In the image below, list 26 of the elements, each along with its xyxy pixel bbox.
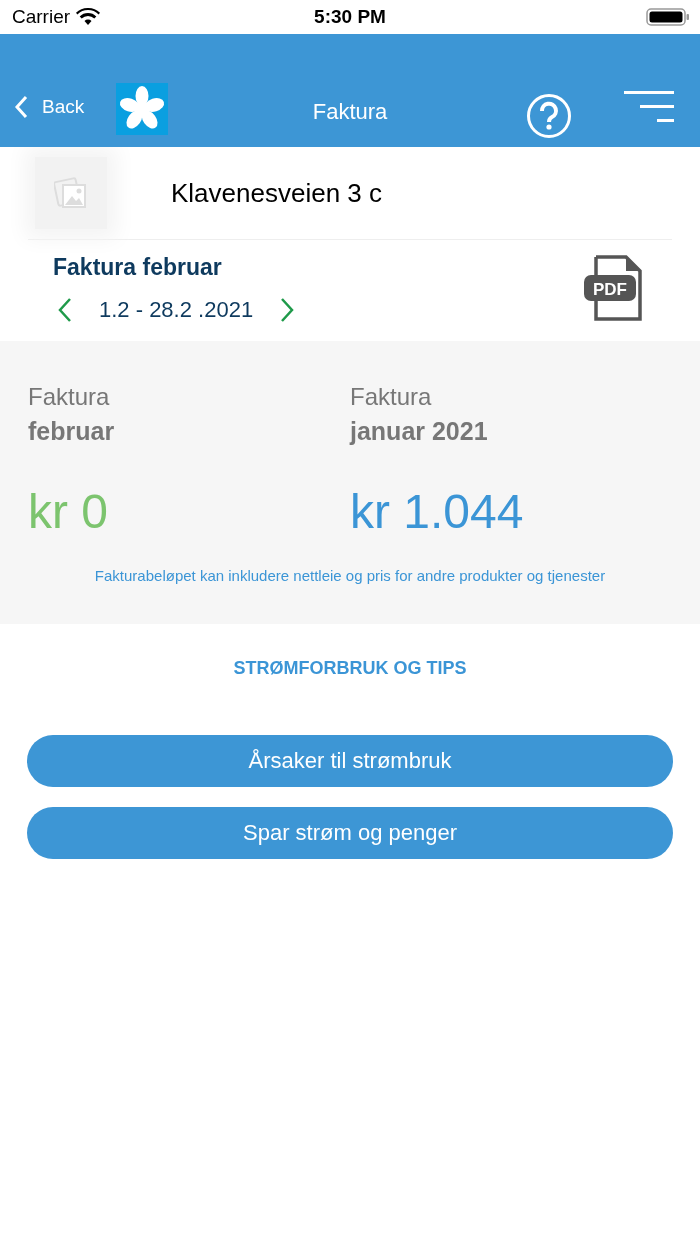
wifi-icon	[76, 8, 101, 26]
back-button[interactable]: Back	[14, 95, 85, 119]
tip-button[interactable]: Årsaker til strømbruk	[27, 735, 673, 787]
help-icon[interactable]	[526, 93, 572, 139]
invoice-note: Fakturabeløpet kan inkludere nettleie og pris for andre produkter og tjenester	[93, 567, 607, 584]
invoice-label: Faktura	[350, 383, 433, 411]
menu-icon[interactable]	[624, 91, 674, 123]
invoice-amount: kr 0	[28, 484, 109, 539]
property-address: Klavenesveien 3 c	[171, 177, 383, 209]
tip-button[interactable]: Spar strøm og penger	[27, 807, 673, 859]
invoice-title: Faktura februar	[53, 254, 223, 281]
image-placeholder-icon	[54, 176, 88, 210]
carrier-label: Carrier	[12, 6, 71, 28]
clock: 5:30 PM	[314, 6, 386, 28]
asterisk-logo-icon	[116, 83, 169, 135]
invoice-period: 1.2 - 28.2 .2021	[99, 297, 254, 323]
previous-period-icon[interactable]	[57, 297, 73, 323]
invoice-label: Faktura	[28, 383, 111, 411]
invoice-amount: kr 1.044	[350, 484, 525, 539]
invoice-month: februar	[28, 417, 116, 446]
page-title: Faktura	[312, 99, 388, 125]
section-heading: STRØMFORBRUK OG TIPS	[232, 658, 468, 679]
invoice-month: januar 2021	[350, 417, 489, 446]
chevron-left-icon	[14, 95, 28, 119]
next-period-icon[interactable]	[279, 297, 296, 323]
battery-icon	[646, 7, 690, 27]
